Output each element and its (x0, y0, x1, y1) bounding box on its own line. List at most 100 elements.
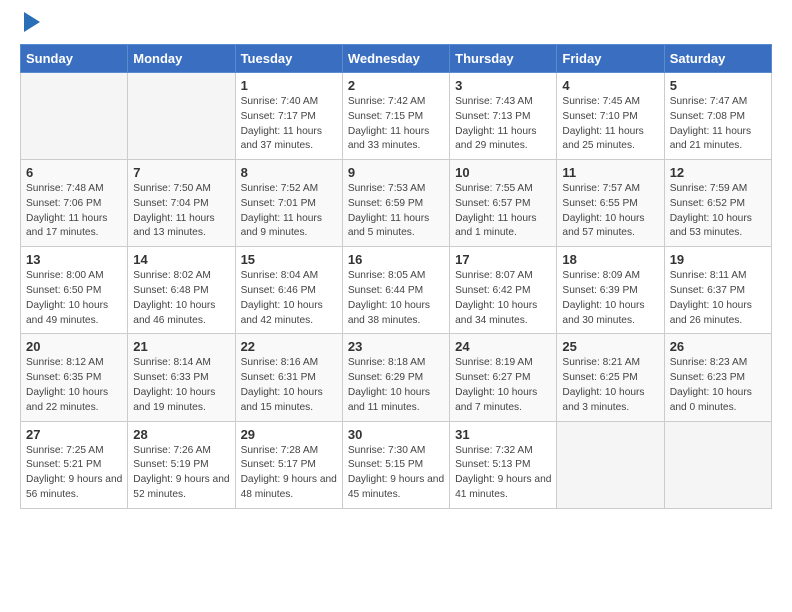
calendar-cell: 13Sunrise: 8:00 AMSunset: 6:50 PMDayligh… (21, 247, 128, 334)
day-number: 6 (26, 165, 122, 180)
day-number: 17 (455, 252, 551, 267)
day-info: Sunrise: 8:18 AMSunset: 6:29 PMDaylight:… (348, 356, 444, 415)
calendar-week-row: 27 Sunrise: 7:25 AMSunset: 5:21 PMDayligh… (21, 421, 772, 508)
calendar-cell: 20 Sunrise: 8:12 AMSunset: 6:35 PMDayligh… (21, 334, 128, 421)
col-header-friday: Friday (557, 45, 664, 73)
page: SundayMondayTuesdayWednesdayThursdayFrid… (0, 0, 792, 529)
day-info: Sunrise: 8:16 AMSunset: 6:31 PMDaylight:… (241, 356, 337, 415)
day-info: Sunrise: 8:19 AMSunset: 6:27 PMDaylight:… (455, 356, 551, 415)
calendar-cell: 3 Sunrise: 7:43 AMSunset: 7:13 PMDaylight… (450, 73, 557, 160)
day-info: Sunrise: 7:57 AMSunset: 6:55 PMDaylight:… (562, 182, 658, 241)
day-number: 24 (455, 339, 551, 354)
day-info: Sunrise: 7:26 AMSunset: 5:19 PMDaylight:… (133, 444, 229, 503)
day-info: Sunrise: 8:04 AMSunset: 6:46 PMDaylight:… (241, 269, 337, 328)
day-number: 25 (562, 339, 658, 354)
day-number: 28 (133, 427, 229, 442)
calendar-week-row: 6Sunrise: 7:48 AMSunset: 7:06 PMDaylight… (21, 160, 772, 247)
calendar-cell: 8 Sunrise: 7:52 AMSunset: 7:01 PMDaylight… (235, 160, 342, 247)
day-number: 14 (133, 252, 229, 267)
calendar-cell: 26Sunrise: 8:23 AMSunset: 6:23 PMDayligh… (664, 334, 771, 421)
calendar-cell: 11 Sunrise: 7:57 AMSunset: 6:55 PMDayligh… (557, 160, 664, 247)
day-info: Sunrise: 7:30 AMSunset: 5:15 PMDaylight:… (348, 444, 444, 503)
day-number: 21 (133, 339, 229, 354)
day-number: 2 (348, 78, 444, 93)
day-info: Sunrise: 7:43 AMSunset: 7:13 PMDaylight:… (455, 95, 551, 154)
day-number: 30 (348, 427, 444, 442)
calendar-cell (128, 73, 235, 160)
col-header-monday: Monday (128, 45, 235, 73)
day-number: 12 (670, 165, 766, 180)
calendar-cell: 22 Sunrise: 8:16 AMSunset: 6:31 PMDayligh… (235, 334, 342, 421)
day-info: Sunrise: 7:40 AMSunset: 7:17 PMDaylight:… (241, 95, 337, 154)
day-info: Sunrise: 8:09 AMSunset: 6:39 PMDaylight:… (562, 269, 658, 328)
day-number: 3 (455, 78, 551, 93)
col-header-wednesday: Wednesday (342, 45, 449, 73)
day-info: Sunrise: 8:21 AMSunset: 6:25 PMDaylight:… (562, 356, 658, 415)
day-number: 31 (455, 427, 551, 442)
calendar-cell: 17 Sunrise: 8:07 AMSunset: 6:42 PMDayligh… (450, 247, 557, 334)
day-info: Sunrise: 7:28 AMSunset: 5:17 PMDaylight:… (241, 444, 337, 503)
calendar-cell: 12 Sunrise: 7:59 AMSunset: 6:52 PMDayligh… (664, 160, 771, 247)
calendar-week-row: 20 Sunrise: 8:12 AMSunset: 6:35 PMDayligh… (21, 334, 772, 421)
day-info: Sunrise: 7:32 AMSunset: 5:13 PMDaylight:… (455, 444, 551, 503)
day-info: Sunrise: 7:55 AMSunset: 6:57 PMDaylight:… (455, 182, 551, 241)
calendar-cell: 24 Sunrise: 8:19 AMSunset: 6:27 PMDayligh… (450, 334, 557, 421)
day-number: 22 (241, 339, 337, 354)
calendar-header-row: SundayMondayTuesdayWednesdayThursdayFrid… (21, 45, 772, 73)
calendar-cell: 25 Sunrise: 8:21 AMSunset: 6:25 PMDayligh… (557, 334, 664, 421)
calendar-cell (21, 73, 128, 160)
calendar-table: SundayMondayTuesdayWednesdayThursdayFrid… (20, 44, 772, 509)
day-number: 9 (348, 165, 444, 180)
day-number: 8 (241, 165, 337, 180)
logo-arrow-icon (24, 12, 40, 32)
calendar-cell: 31 Sunrise: 7:32 AMSunset: 5:13 PMDayligh… (450, 421, 557, 508)
day-number: 7 (133, 165, 229, 180)
day-info: Sunrise: 8:12 AMSunset: 6:35 PMDaylight:… (26, 356, 122, 415)
calendar-cell: 27 Sunrise: 7:25 AMSunset: 5:21 PMDayligh… (21, 421, 128, 508)
day-number: 27 (26, 427, 122, 442)
calendar-cell: 1 Sunrise: 7:40 AMSunset: 7:17 PMDaylight… (235, 73, 342, 160)
calendar-cell: 23 Sunrise: 8:18 AMSunset: 6:29 PMDayligh… (342, 334, 449, 421)
day-number: 4 (562, 78, 658, 93)
calendar-week-row: 13Sunrise: 8:00 AMSunset: 6:50 PMDayligh… (21, 247, 772, 334)
day-number: 18 (562, 252, 658, 267)
day-number: 29 (241, 427, 337, 442)
calendar-cell: 10Sunrise: 7:55 AMSunset: 6:57 PMDayligh… (450, 160, 557, 247)
header (20, 16, 772, 32)
day-info: Sunrise: 8:05 AMSunset: 6:44 PMDaylight:… (348, 269, 444, 328)
col-header-tuesday: Tuesday (235, 45, 342, 73)
calendar-cell: 9Sunrise: 7:53 AMSunset: 6:59 PMDaylight… (342, 160, 449, 247)
day-info: Sunrise: 8:14 AMSunset: 6:33 PMDaylight:… (133, 356, 229, 415)
day-number: 26 (670, 339, 766, 354)
calendar-cell: 29 Sunrise: 7:28 AMSunset: 5:17 PMDayligh… (235, 421, 342, 508)
calendar-cell: 21 Sunrise: 8:14 AMSunset: 6:33 PMDayligh… (128, 334, 235, 421)
day-number: 15 (241, 252, 337, 267)
day-number: 23 (348, 339, 444, 354)
col-header-thursday: Thursday (450, 45, 557, 73)
calendar-cell: 19Sunrise: 8:11 AMSunset: 6:37 PMDayligh… (664, 247, 771, 334)
day-number: 1 (241, 78, 337, 93)
day-number: 20 (26, 339, 122, 354)
day-info: Sunrise: 8:02 AMSunset: 6:48 PMDaylight:… (133, 269, 229, 328)
logo (20, 16, 40, 32)
day-number: 5 (670, 78, 766, 93)
day-info: Sunrise: 7:25 AMSunset: 5:21 PMDaylight:… (26, 444, 122, 503)
col-header-sunday: Sunday (21, 45, 128, 73)
calendar-cell: 2Sunrise: 7:42 AMSunset: 7:15 PMDaylight… (342, 73, 449, 160)
day-info: Sunrise: 7:50 AMSunset: 7:04 PMDaylight:… (133, 182, 229, 241)
day-info: Sunrise: 8:11 AMSunset: 6:37 PMDaylight:… (670, 269, 766, 328)
calendar-cell: 6Sunrise: 7:48 AMSunset: 7:06 PMDaylight… (21, 160, 128, 247)
calendar-cell (557, 421, 664, 508)
day-info: Sunrise: 8:07 AMSunset: 6:42 PMDaylight:… (455, 269, 551, 328)
day-info: Sunrise: 8:00 AMSunset: 6:50 PMDaylight:… (26, 269, 122, 328)
day-number: 11 (562, 165, 658, 180)
day-info: Sunrise: 7:45 AMSunset: 7:10 PMDaylight:… (562, 95, 658, 154)
calendar-cell: 15 Sunrise: 8:04 AMSunset: 6:46 PMDayligh… (235, 247, 342, 334)
day-info: Sunrise: 7:52 AMSunset: 7:01 PMDaylight:… (241, 182, 337, 241)
day-info: Sunrise: 7:59 AMSunset: 6:52 PMDaylight:… (670, 182, 766, 241)
calendar-cell (664, 421, 771, 508)
col-header-saturday: Saturday (664, 45, 771, 73)
calendar-cell: 30 Sunrise: 7:30 AMSunset: 5:15 PMDayligh… (342, 421, 449, 508)
calendar-cell: 5Sunrise: 7:47 AMSunset: 7:08 PMDaylight… (664, 73, 771, 160)
calendar-cell: 28 Sunrise: 7:26 AMSunset: 5:19 PMDayligh… (128, 421, 235, 508)
